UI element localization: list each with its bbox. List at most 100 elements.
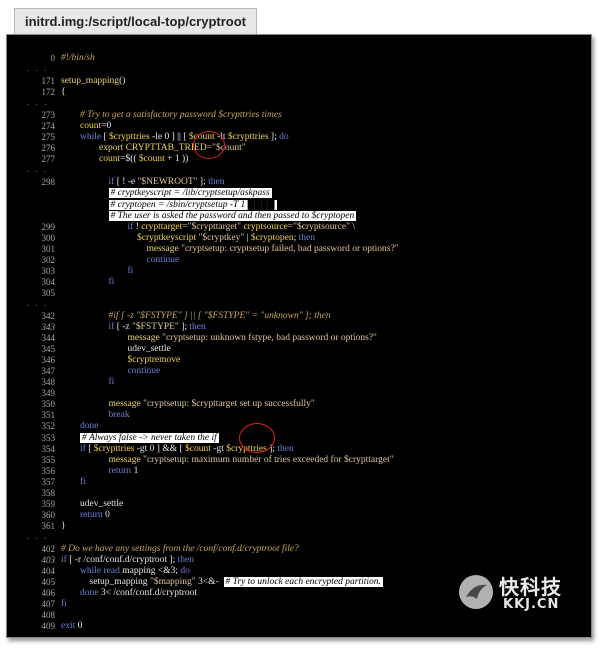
code-token: =0 <box>101 121 112 132</box>
code-text: done <box>61 421 98 432</box>
code-line[interactable]: 171 setup_mapping() <box>7 76 591 87</box>
code-line[interactable]: 403 if [ -r /conf/conf.d/cryptroot ]; the… <box>7 555 591 566</box>
code-line[interactable]: 359 udev_settle <box>7 499 591 510</box>
code-text: # cryptopen = /sbin/cryptsetup -T 1 ████ <box>61 199 277 211</box>
line-number: 298 <box>41 177 56 188</box>
code-line[interactable]: 172{ <box>7 87 591 98</box>
code-text: # Always false -> never taken the if <box>61 432 219 444</box>
code-line[interactable]: 345 udev_settle <box>7 344 591 355</box>
bird-logo-icon <box>459 575 493 609</box>
window-tab-title[interactable]: initrd.img:/script/local-top/cryptroot <box>14 8 258 34</box>
code-text: if ! crypttarget="$crypttarget" cryptsou… <box>61 222 355 233</box>
code-token: count <box>80 121 102 132</box>
code-text: exit 0 <box>61 621 82 632</box>
code-token: fi <box>127 265 134 276</box>
code-token: $cryptkeyscript <box>137 232 197 243</box>
code-line[interactable]: 353 # Always false -> never taken the if <box>7 432 591 444</box>
code-token: | <box>244 232 251 243</box>
line-number: 349 <box>41 388 56 399</box>
line-number: 303 <box>41 265 56 276</box>
code-text: fi <box>61 377 115 388</box>
code-token: $crypttries <box>227 132 269 143</box>
code-token: "$FSTYPE" <box>131 322 179 332</box>
code-token: -gt 0 ] && [ <box>134 443 186 454</box>
code-line[interactable]: 298 if [ ! -e "$NEWROOT" ]; then <box>7 177 591 188</box>
code-line[interactable]: 346 $cryptremove <box>7 355 591 366</box>
line-number: 404 <box>41 566 56 577</box>
code-line[interactable]: 277 count=$(( $count + 1 )) <box>7 154 591 165</box>
annotation-comment: # Always false -> never taken the if <box>80 432 219 443</box>
code-line[interactable]: 356 return 1 <box>7 466 591 477</box>
code-line[interactable]: 344 message "cryptsetup: unknown fstype,… <box>7 333 591 344</box>
code-line[interactable]: 409 exit 0 <box>7 621 591 632</box>
code-token: then <box>277 443 294 454</box>
code-token: export <box>99 143 124 154</box>
code-line[interactable]: 343 if [ -z "$FSTYPE" ]; then <box>7 322 591 333</box>
code-line[interactable]: 360 return 0 <box>7 510 591 521</box>
code-token: $cryptremove <box>127 355 181 366</box>
code-line[interactable]: 304 fi <box>7 277 591 288</box>
line-gap-separator: . . . <box>27 97 49 108</box>
code-token: $count <box>138 154 165 165</box>
code-line[interactable]: 351 break <box>7 410 591 421</box>
code-line[interactable]: 349 <box>7 388 591 399</box>
code-text: # Try to get a satisfactory password $cr… <box>61 110 282 121</box>
code-token: done <box>80 421 99 432</box>
code-line[interactable]: 299 if ! crypttarget="$crypttarget" cryp… <box>7 222 591 233</box>
code-line[interactable]: 273 # Try to get a satisfactory password… <box>7 110 591 121</box>
code-token: message <box>108 454 141 465</box>
line-number: 171 <box>41 76 56 87</box>
code-token: [ -z <box>114 322 132 332</box>
code-line[interactable]: 402 # Do we have any settings from the /c… <box>7 544 591 555</box>
code-line[interactable]: 274 count=0 <box>7 121 591 132</box>
code-token: udev_settle <box>80 498 124 509</box>
code-line[interactable]: 358 <box>7 488 591 499</box>
code-line[interactable]: 305 <box>7 288 591 299</box>
code-token: "$NEWROOT" <box>137 177 198 188</box>
code-line[interactable]: 276 export CRYPTTAB_TRIED="$count" <box>7 143 591 154</box>
watermark-domain-text: KKJ.CN <box>503 597 560 612</box>
code-line[interactable]: 348 fi <box>7 377 591 388</box>
line-number: 301 <box>41 243 56 254</box>
code-line[interactable]: 303 fi <box>7 266 591 277</box>
code-line[interactable]: 352 done <box>7 421 591 432</box>
code-line[interactable]: 354 if [ $crypttries -gt 0 ] && [ $count… <box>7 444 591 455</box>
code-token: 0 <box>102 509 110 520</box>
annotation-comment: # The user is asked the password and the… <box>108 210 357 221</box>
code-text: setup_mapping "$mapping" 3<&- # Try to u… <box>61 577 383 588</box>
code-token: udev_settle <box>127 344 171 355</box>
line-number: 403 <box>41 555 56 565</box>
code-line[interactable]: 275 while [ $crypttries -le 0 ] || [ $co… <box>7 132 591 143</box>
code-line[interactable]: 301 message "cryptsetup: cryptsetup fail… <box>7 244 591 255</box>
code-line[interactable]: # cryptkeyscript = /lib/cryptsetup/askpa… <box>7 188 591 199</box>
red-highlight-circle <box>193 131 225 159</box>
code-line[interactable]: 355 message "cryptsetup: maximum number … <box>7 455 591 466</box>
code-text: fi <box>61 265 134 277</box>
code-line[interactable]: 347 continue <box>7 366 591 377</box>
code-token: then <box>177 555 194 565</box>
code-line[interactable]: 350 message "cryptsetup: $crypttarget se… <box>7 399 591 410</box>
line-number: 406 <box>41 588 56 599</box>
code-line[interactable]: 342 #if [ -z "$FSTYPE" ] || [ "$FSTYPE" … <box>7 311 591 322</box>
code-line[interactable]: 0 #!/bin/sh <box>7 53 591 64</box>
code-line[interactable]: # The user is asked the password and the… <box>7 210 591 222</box>
code-line[interactable]: 357 fi <box>7 477 591 488</box>
line-number: 276 <box>41 143 56 154</box>
code-line[interactable]: # cryptopen = /sbin/cryptsetup -T 1 ████ <box>7 199 591 211</box>
line-number: 274 <box>41 121 56 132</box>
code-token: [ <box>85 443 94 454</box>
code-line[interactable]: 361} <box>7 521 591 532</box>
code-line[interactable]: 300 $cryptkeyscript "$cryptkey" | $crypt… <box>7 233 591 244</box>
code-viewer[interactable]: 0 #!/bin/sh. . . 171 setup_mapping() 172{. .… <box>6 34 592 638</box>
code-line[interactable]: 302 continue <box>7 255 591 266</box>
line-number: 350 <box>41 399 56 410</box>
code-text: fi <box>61 477 86 488</box>
code-token: message <box>127 333 160 344</box>
